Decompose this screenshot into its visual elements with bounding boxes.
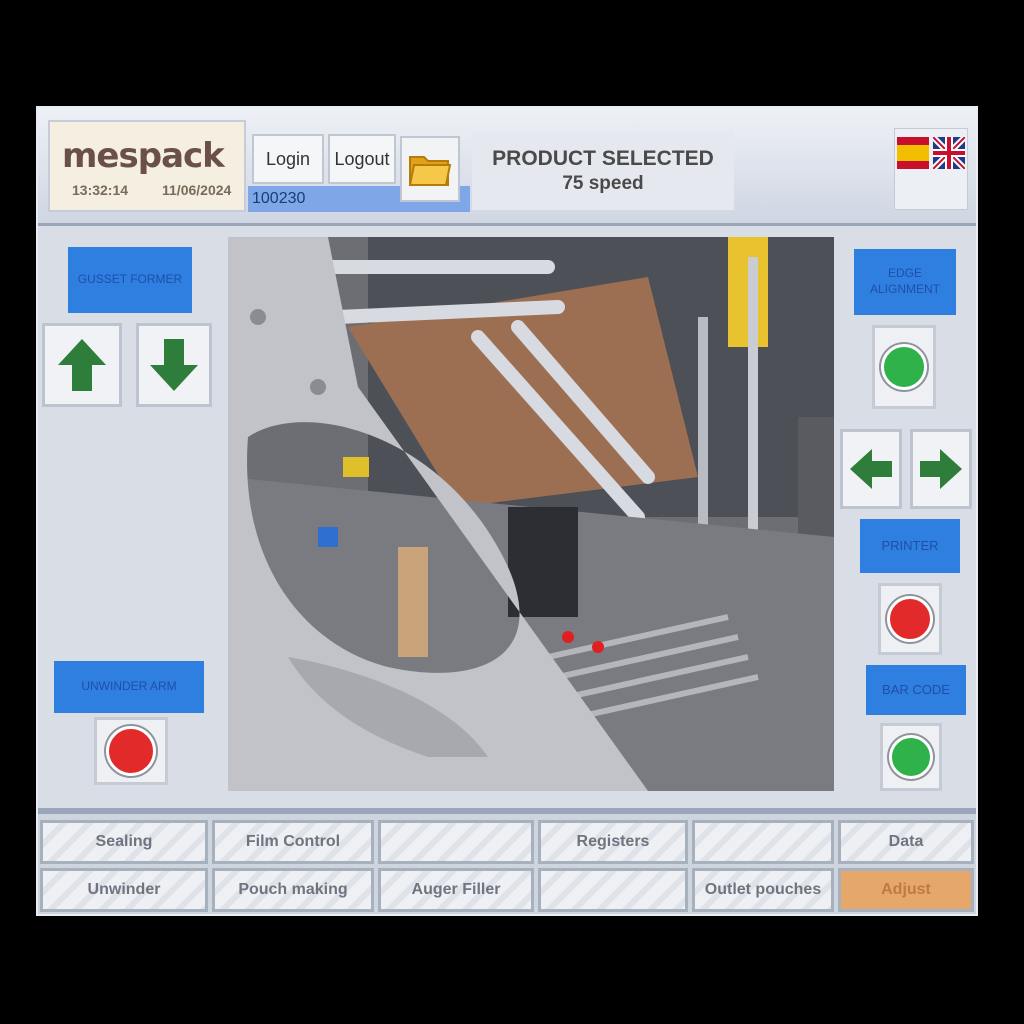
- printer-label: PRINTER: [860, 519, 960, 573]
- language-selector: [894, 128, 968, 210]
- folder-icon: [408, 156, 452, 186]
- arrow-up-icon: [58, 339, 106, 391]
- menu-empty-1[interactable]: [378, 820, 534, 864]
- gusset-up-button[interactable]: [42, 323, 122, 407]
- green-lamp-icon: [881, 344, 927, 390]
- product-title: PRODUCT SELECTED: [492, 147, 714, 170]
- bar-code-button[interactable]: [880, 723, 942, 791]
- edge-alignment-label: EDGE ALIGNMENT: [854, 249, 956, 315]
- spain-flag-icon[interactable]: [897, 137, 929, 169]
- machine-camera-view: [228, 237, 834, 791]
- product-status-panel: PRODUCT SELECTED 75 speed: [472, 132, 734, 210]
- edge-right-button[interactable]: [910, 429, 972, 509]
- login-button[interactable]: Login: [252, 134, 324, 184]
- gusset-down-button[interactable]: [136, 323, 212, 407]
- red-lamp-icon: [106, 726, 156, 776]
- edge-left-button[interactable]: [840, 429, 902, 509]
- menu-registers[interactable]: Registers: [538, 820, 688, 864]
- hmi-screen: mespack 13:32:14 11/06/2024 Login Logout…: [36, 106, 978, 916]
- menu-film-control[interactable]: Film Control: [212, 820, 374, 864]
- menu-adjust[interactable]: Adjust: [838, 868, 974, 912]
- open-folder-button[interactable]: [400, 136, 460, 202]
- menu-empty-2[interactable]: [692, 820, 834, 864]
- header-bar: mespack 13:32:14 11/06/2024 Login Logout…: [38, 108, 976, 226]
- main-area: GUSSET FORMER UNWINDER ARM EDGE ALIGNMEN…: [38, 229, 976, 799]
- machine-photo: [228, 237, 834, 791]
- menu-sealing[interactable]: Sealing: [40, 820, 208, 864]
- edge-alignment-button[interactable]: [872, 325, 936, 409]
- bottom-menu: Sealing Film Control Registers Data Unwi…: [38, 808, 976, 914]
- brand-logo: mespack: [62, 136, 225, 176]
- unwinder-arm-label: UNWINDER ARM: [54, 661, 204, 713]
- menu-auger-filler[interactable]: Auger Filler: [378, 868, 534, 912]
- menu-data[interactable]: Data: [838, 820, 974, 864]
- green-lamp-icon: [889, 735, 933, 779]
- red-lamp-icon: [887, 596, 933, 642]
- unwinder-arm-button[interactable]: [94, 717, 168, 785]
- logout-button[interactable]: Logout: [328, 134, 396, 184]
- clock-date: 11/06/2024: [162, 182, 232, 198]
- gusset-former-label: GUSSET FORMER: [68, 247, 192, 313]
- arrow-left-icon: [850, 449, 892, 489]
- menu-empty-3[interactable]: [538, 868, 688, 912]
- clock-time: 13:32:14: [72, 182, 129, 198]
- bar-code-label: BAR CODE: [866, 665, 966, 715]
- printer-button[interactable]: [878, 583, 942, 655]
- arrow-right-icon: [920, 449, 962, 489]
- menu-outlet-pouches[interactable]: Outlet pouches: [692, 868, 834, 912]
- uk-flag-icon[interactable]: [933, 137, 965, 169]
- menu-unwinder[interactable]: Unwinder: [40, 868, 208, 912]
- menu-pouch-making[interactable]: Pouch making: [212, 868, 374, 912]
- arrow-down-icon: [150, 339, 198, 391]
- logo-panel: mespack 13:32:14 11/06/2024: [48, 120, 246, 212]
- product-speed: 75 speed: [562, 173, 644, 194]
